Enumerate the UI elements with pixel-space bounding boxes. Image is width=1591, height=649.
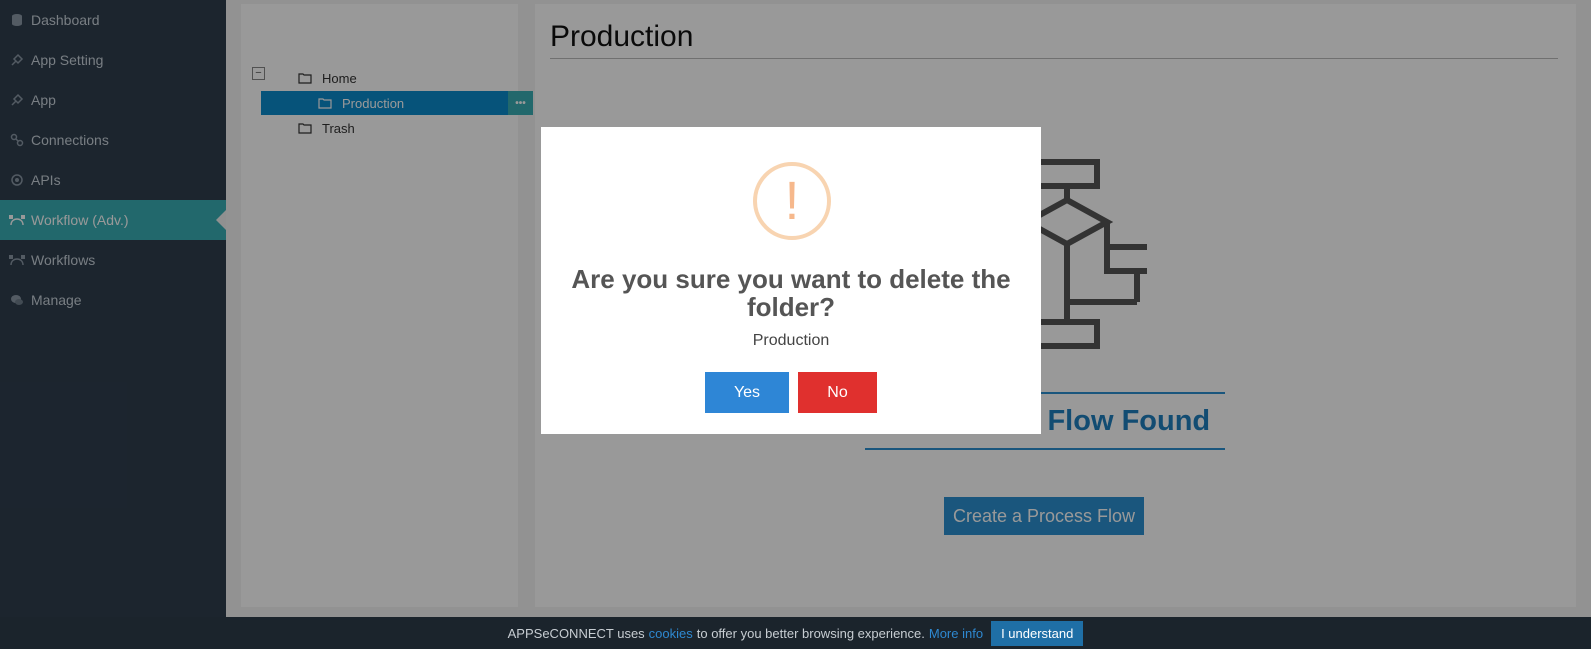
cookie-text-before: APPSeCONNECT uses (507, 625, 645, 641)
accept-cookies-button[interactable]: I understand (991, 620, 1084, 646)
yes-button[interactable]: Yes (705, 372, 789, 413)
dialog-title: Are you sure you want to delete the fold… (571, 264, 1011, 322)
cookie-bar: APPSeCONNECT uses cookies to offer you b… (0, 617, 1591, 649)
no-button[interactable]: No (798, 372, 877, 413)
dialog-text: Production (752, 332, 830, 349)
confirm-delete-dialog: ! Are you sure you want to delete the fo… (541, 127, 1041, 434)
more-info-link[interactable]: More info (929, 626, 983, 641)
warning-icon: ! (753, 162, 831, 240)
cookie-text-after: to offer you better browsing experience. (696, 625, 925, 641)
cookies-link[interactable]: cookies (649, 626, 693, 641)
